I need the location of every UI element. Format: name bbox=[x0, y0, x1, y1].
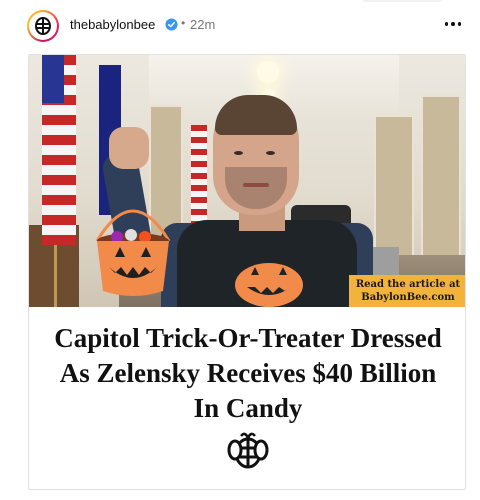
us-flag-background bbox=[191, 125, 207, 225]
username[interactable]: thebabylonbee bbox=[70, 17, 155, 32]
ceiling-light bbox=[257, 61, 279, 83]
more-options-button[interactable] bbox=[438, 12, 468, 36]
hand bbox=[109, 127, 149, 169]
pumpkin-shirt-icon bbox=[235, 263, 303, 307]
read-article-banner[interactable]: Read the article at BabylonBee.com bbox=[349, 275, 465, 307]
cta-line-1: Read the article at bbox=[355, 279, 461, 290]
headline-line-1: Capitol Trick-Or-Treater Dressed bbox=[54, 323, 442, 353]
post-card[interactable]: Read the article at BabylonBee.com Capit… bbox=[28, 54, 466, 490]
verified-badge-icon bbox=[165, 18, 178, 31]
pumpkin-bucket-icon bbox=[95, 209, 171, 296]
headline: Capitol Trick-Or-Treater Dressed As Zele… bbox=[29, 321, 465, 426]
more-horizontal-icon bbox=[444, 22, 449, 26]
post-header: thebabylonbee • 22m bbox=[0, 0, 480, 52]
timestamp: 22m bbox=[190, 17, 216, 32]
separator-dot: • bbox=[181, 16, 186, 30]
headline-line-3: In Candy bbox=[193, 393, 303, 423]
babylon-bee-avatar-icon bbox=[35, 17, 51, 35]
babylon-bee-logo-icon bbox=[227, 432, 269, 469]
hallway-door bbox=[421, 95, 461, 265]
avatar[interactable] bbox=[27, 10, 59, 42]
cta-line-2: BabylonBee.com bbox=[361, 292, 455, 303]
post-image: Read the article at BabylonBee.com bbox=[29, 55, 465, 307]
hallway-door bbox=[374, 115, 414, 265]
headline-line-2: As Zelensky Receives $40 Billion bbox=[59, 358, 437, 388]
